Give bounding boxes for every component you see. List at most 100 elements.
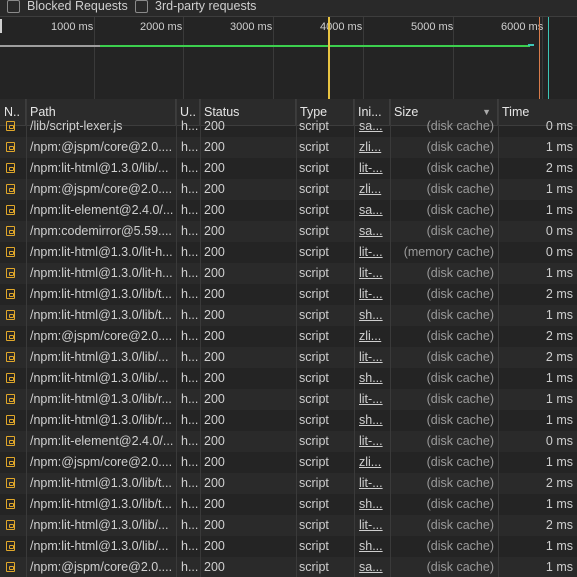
row-initiator-link[interactable]: lit-... xyxy=(359,431,387,452)
row-time: 1 ms xyxy=(545,539,573,553)
row-initiator-link[interactable]: lit-... xyxy=(359,347,387,368)
row-initiator-link[interactable]: sa... xyxy=(359,557,387,577)
row-size: (disk cache) xyxy=(426,371,494,385)
blocked-requests-checkbox[interactable]: Blocked Requests xyxy=(7,0,128,16)
table-row[interactable]: /npm:lit-html@1.3.0/lib/... h... 200 script… xyxy=(0,158,577,179)
table-row[interactable]: /npm:lit-html@1.3.0/lib/t... h... 200 scrip… xyxy=(0,494,577,515)
row-path: /npm:lit-html@1.3.0/lib/t... xyxy=(30,287,172,301)
row-status: 200 xyxy=(204,497,225,511)
row-size: (disk cache) xyxy=(426,350,494,364)
row-time: 2 ms xyxy=(545,350,573,364)
row-initiator-link[interactable]: zli... xyxy=(359,137,387,158)
grid-tick xyxy=(363,17,364,99)
row-time: 0 ms xyxy=(545,245,573,259)
row-initiator-link[interactable]: lit-... xyxy=(359,242,387,263)
table-row[interactable]: /lib/script-lexer.js h... 200 script sa... (d… xyxy=(0,116,577,137)
script-file-icon xyxy=(6,410,20,431)
row-initiator-link[interactable]: sh... xyxy=(359,494,387,515)
third-party-requests-checkbox[interactable]: 3rd-party requests xyxy=(135,0,256,16)
row-status: 200 xyxy=(204,287,225,301)
row-path: /npm:lit-html@1.3.0/lib/... xyxy=(30,539,169,553)
tick-label: 6000 ms xyxy=(501,21,544,33)
row-path: /npm:lit-html@1.3.0/lit-h... xyxy=(30,245,173,259)
row-path: /npm:lit-html@1.3.0/lib/r... xyxy=(30,413,172,427)
row-time: 0 ms xyxy=(545,224,573,238)
table-row[interactable]: /npm:lit-html@1.3.0/lib/r... h... 200 scrip… xyxy=(0,410,577,431)
column-divider xyxy=(176,99,177,577)
row-time: 1 ms xyxy=(545,308,573,322)
row-status: 200 xyxy=(204,329,225,343)
request-bar-waiting xyxy=(0,45,100,47)
row-initiator-link[interactable]: lit-... xyxy=(359,284,387,305)
row-type: script xyxy=(299,329,329,343)
table-row[interactable]: /npm:lit-html@1.3.0/lit-h... h... 200 scrip… xyxy=(0,242,577,263)
table-row[interactable]: /npm:lit-html@1.3.0/lib/t... h... 200 scrip… xyxy=(0,473,577,494)
row-time: 1 ms xyxy=(545,497,573,511)
table-row[interactable]: /npm:lit-html@1.3.0/lit-h... h... 200 scrip… xyxy=(0,263,577,284)
row-path: /npm:lit-html@1.3.0/lib/... xyxy=(30,161,169,175)
script-file-icon xyxy=(6,368,20,389)
row-initiator-link[interactable]: sh... xyxy=(359,536,387,557)
table-row[interactable]: /npm:@jspm/core@2.0.... h... 200 script zli.… xyxy=(0,326,577,347)
row-path: /npm:lit-element@2.4.0/... xyxy=(30,203,174,217)
table-row[interactable]: /npm:lit-html@1.3.0/lib/... h... 200 script… xyxy=(0,368,577,389)
script-file-icon xyxy=(6,431,20,452)
row-status: 200 xyxy=(204,560,225,574)
row-initiator-link[interactable]: sa... xyxy=(359,221,387,242)
table-row[interactable]: /npm:lit-html@1.3.0/lib/... h... 200 script… xyxy=(0,536,577,557)
row-initiator-link[interactable]: sh... xyxy=(359,368,387,389)
grid-tick xyxy=(94,17,95,99)
table-row[interactable]: /npm:@jspm/core@2.0.... h... 200 script zli.… xyxy=(0,137,577,158)
table-row[interactable]: /npm:lit-html@1.3.0/lib/... h... 200 script… xyxy=(0,347,577,368)
tick-label: 5000 ms xyxy=(411,21,454,33)
network-overview-timeline[interactable]: 1000 ms 2000 ms 3000 ms 4000 ms 5000 ms … xyxy=(0,16,577,100)
table-row[interactable]: /npm:@jspm/core@2.0.... h... 200 script zli.… xyxy=(0,452,577,473)
column-divider xyxy=(354,99,355,577)
row-time: 1 ms xyxy=(545,140,573,154)
table-row[interactable]: /npm:lit-html@1.3.0/lib/r... h... 200 scrip… xyxy=(0,389,577,410)
row-path: /npm:lit-html@1.3.0/lib/r... xyxy=(30,392,172,406)
row-initiator-link[interactable]: sa... xyxy=(359,116,387,137)
row-time: 1 ms xyxy=(545,560,573,574)
row-size: (disk cache) xyxy=(426,455,494,469)
row-url: h... xyxy=(181,371,199,385)
table-row[interactable]: /npm:@jspm/core@2.0.... h... 200 script sa..… xyxy=(0,557,577,577)
row-status: 200 xyxy=(204,350,225,364)
row-path: /lib/script-lexer.js xyxy=(30,119,123,133)
row-initiator-link[interactable]: sh... xyxy=(359,410,387,431)
row-url: h... xyxy=(181,182,199,196)
row-initiator-link[interactable]: zli... xyxy=(359,179,387,200)
script-file-icon xyxy=(6,137,20,158)
table-row[interactable]: /npm:@jspm/core@2.0.... h... 200 script zli.… xyxy=(0,179,577,200)
row-initiator-link[interactable]: lit-... xyxy=(359,263,387,284)
row-size: (disk cache) xyxy=(426,203,494,217)
table-row[interactable]: /npm:lit-element@2.4.0/... h... 200 script s… xyxy=(0,200,577,221)
row-size: (disk cache) xyxy=(426,287,494,301)
row-path: /npm:lit-html@1.3.0/lib/... xyxy=(30,350,169,364)
row-initiator-link[interactable]: sh... xyxy=(359,305,387,326)
row-type: script xyxy=(299,119,329,133)
row-size: (disk cache) xyxy=(426,476,494,490)
row-size: (memory cache) xyxy=(403,245,494,259)
script-file-icon xyxy=(6,305,20,326)
row-size: (disk cache) xyxy=(426,392,494,406)
row-initiator-link[interactable]: lit-... xyxy=(359,515,387,536)
row-initiator-link[interactable]: lit-... xyxy=(359,389,387,410)
row-time: 2 ms xyxy=(545,161,573,175)
row-status: 200 xyxy=(204,518,225,532)
row-path: /npm:@jspm/core@2.0.... xyxy=(30,182,173,196)
table-row[interactable]: /npm:lit-html@1.3.0/lib/t... h... 200 scrip… xyxy=(0,284,577,305)
row-initiator-link[interactable]: sa... xyxy=(359,200,387,221)
row-status: 200 xyxy=(204,539,225,553)
row-initiator-link[interactable]: lit-... xyxy=(359,473,387,494)
table-row[interactable]: /npm:codemirror@5.59.... h... 200 script sa.… xyxy=(0,221,577,242)
row-initiator-link[interactable]: zli... xyxy=(359,326,387,347)
table-row[interactable]: /npm:lit-html@1.3.0/lib/... h... 200 script… xyxy=(0,515,577,536)
row-status: 200 xyxy=(204,224,225,238)
table-row[interactable]: /npm:lit-element@2.4.0/... h... 200 script l… xyxy=(0,431,577,452)
row-url: h... xyxy=(181,287,199,301)
row-initiator-link[interactable]: lit-... xyxy=(359,158,387,179)
row-size: (disk cache) xyxy=(426,140,494,154)
row-initiator-link[interactable]: zli... xyxy=(359,452,387,473)
table-row[interactable]: /npm:lit-html@1.3.0/lib/t... h... 200 scrip… xyxy=(0,305,577,326)
